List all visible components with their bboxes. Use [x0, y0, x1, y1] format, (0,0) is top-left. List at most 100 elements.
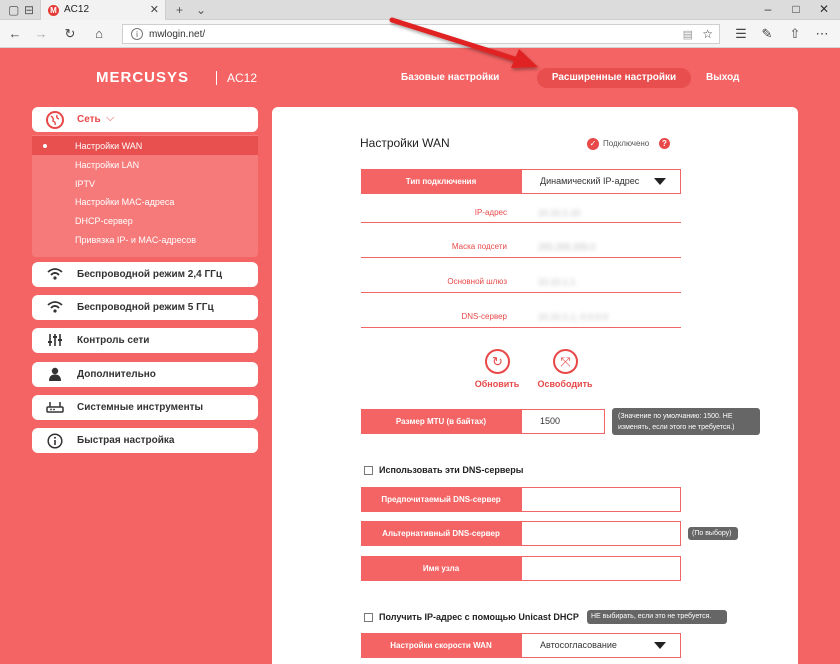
pen-icon[interactable]: ✎: [758, 26, 776, 42]
back-icon[interactable]: ←: [6, 26, 24, 42]
submenu-label: DHCP-сервер: [75, 216, 133, 226]
wan-settings-panel: Настройки WAN ✓ Подключено ? Тип подключ…: [272, 107, 798, 664]
release-arrows-icon: ⤧: [553, 349, 578, 374]
mercusys-favicon-icon: M: [48, 5, 59, 16]
sidebar-item-network[interactable]: Сеть ⌵: [32, 107, 258, 132]
mtu-input[interactable]: 1500: [521, 409, 605, 434]
site-info-icon[interactable]: i: [131, 28, 143, 40]
tab-back-icon[interactable]: ⊟: [24, 3, 34, 17]
submenu-label: Настройки MAC-адреса: [75, 197, 175, 207]
user-icon: [46, 367, 64, 383]
field-divider: [361, 222, 681, 223]
tab-close-icon[interactable]: ✕: [150, 3, 159, 16]
submenu-label: Настройки LAN: [75, 160, 140, 170]
nav-exit[interactable]: Выход: [706, 72, 739, 83]
field-divider: [361, 327, 681, 328]
more-menu-icon[interactable]: ⋯: [813, 26, 831, 42]
favorite-star-icon[interactable]: ☆: [702, 27, 713, 41]
navigation-bar: ← → ↻ ⌂ i mwlogin.net/ ▤ ☆ ☰ ✎ ⇧ ⋯: [0, 20, 840, 48]
submenu-label: Привязка IP- и MAC-адресов: [75, 235, 197, 245]
submenu-label: IPTV: [75, 179, 96, 189]
sidebar-item-advanced[interactable]: Дополнительно: [32, 362, 258, 387]
wifi-icon: [46, 267, 64, 283]
unicast-tooltip: НЕ выбирать, если это не требуется.: [587, 610, 727, 624]
alternate-dns-label: Альтернативный DNS-сервер: [361, 521, 521, 546]
host-name-input[interactable]: [521, 556, 681, 581]
ip-address-value: 10.10.1.10: [538, 208, 581, 218]
tab-dropdown-icon[interactable]: ⌄: [196, 3, 206, 17]
close-window-icon[interactable]: ✕: [814, 2, 834, 16]
dns-server-label: DNS-сервер: [461, 312, 507, 321]
favorites-list-icon[interactable]: ☰: [732, 26, 750, 42]
sidebar-item-label: Быстрая настройка: [77, 435, 175, 446]
address-bar[interactable]: i mwlogin.net/ ▤ ☆: [122, 24, 720, 44]
check-icon: ✓: [587, 138, 599, 150]
sidebar-item-quick-setup[interactable]: Быстрая настройка: [32, 428, 258, 453]
release-label: Освободить: [537, 379, 593, 389]
connection-type-label: Тип подключения: [361, 169, 521, 194]
mtu-tooltip: (Значение по умолчанию: 1500. НЕ изменят…: [612, 408, 760, 435]
share-icon[interactable]: ⇧: [786, 26, 804, 42]
browser-tab[interactable]: M AC12 ✕: [40, 0, 166, 20]
url-text[interactable]: mwlogin.net/: [149, 29, 205, 40]
home-icon[interactable]: ⌂: [90, 26, 108, 42]
unicast-dhcp-label: Получить IP-адрес с помощью Unicast DHCP: [379, 612, 579, 622]
sidebar-item-label: Беспроводной режим 2,4 ГГц: [77, 269, 222, 280]
logo-divider: [216, 71, 217, 85]
gateway-value: 10.10.1.1: [538, 277, 576, 287]
chevron-down-icon[interactable]: ⌵: [106, 112, 114, 125]
tab-bar: ▢ ⊟ M AC12 ✕ + ⌄ – □ ✕: [0, 0, 840, 20]
forward-icon[interactable]: →: [32, 26, 50, 42]
preferred-dns-input[interactable]: [521, 487, 681, 512]
wifi-icon: [46, 300, 64, 316]
host-name-label: Имя узла: [361, 556, 521, 581]
unicast-dhcp-checkbox[interactable]: [364, 613, 373, 622]
sidebar-item-system-tools[interactable]: Системные инструменты: [32, 395, 258, 420]
brand-name: MERCUSYS: [96, 69, 190, 86]
optional-tooltip: (По выбору): [688, 527, 738, 540]
dropdown-caret-icon: [654, 642, 666, 649]
sidebar-item-network-control[interactable]: Контроль сети: [32, 328, 258, 353]
submenu-item-lan[interactable]: Настройки LAN: [32, 155, 258, 174]
submenu-item-binding[interactable]: Привязка IP- и MAC-адресов: [32, 230, 258, 249]
use-dns-label: Использовать эти DNS-серверы: [379, 465, 524, 475]
sliders-icon: [46, 333, 64, 349]
sidebar-item-label: Контроль сети: [77, 335, 150, 346]
field-divider: [361, 257, 681, 258]
nav-advanced-settings[interactable]: Расширенные настройки: [537, 68, 691, 88]
sidebar-item-label: Системные инструменты: [77, 402, 204, 413]
tab-list-icon[interactable]: ▢: [8, 3, 19, 17]
refresh-icon: ↻: [485, 349, 510, 374]
help-icon[interactable]: ?: [659, 138, 670, 149]
submenu-item-dhcp[interactable]: DHCP-сервер: [32, 211, 258, 230]
dns-server-value: 10.10.1.1, 0.0.0.0: [538, 312, 609, 322]
connection-type-value: Динамический IP-адрес: [540, 176, 640, 186]
wan-speed-select[interactable]: Автосогласование: [521, 633, 681, 658]
subnet-mask-label: Маска подсети: [451, 242, 507, 251]
reading-view-icon[interactable]: ▤: [683, 28, 693, 41]
sidebar-item-wireless-5[interactable]: Беспроводной режим 5 ГГц: [32, 295, 258, 320]
status-text: Подключено: [603, 139, 650, 148]
renew-label: Обновить: [474, 379, 520, 389]
sidebar-item-label: Беспроводной режим 5 ГГц: [77, 302, 214, 313]
subnet-mask-value: 255.255.255.0: [538, 242, 596, 252]
dropdown-caret-icon: [654, 178, 666, 185]
submenu-item-iptv[interactable]: IPTV: [32, 174, 258, 193]
new-tab-icon[interactable]: +: [176, 3, 183, 17]
mtu-label: Размер MTU (в байтах): [361, 409, 521, 434]
gateway-label: Основной шлюз: [447, 277, 507, 286]
active-dot-icon: [43, 144, 47, 148]
submenu-item-wan[interactable]: Настройки WAN: [32, 136, 258, 155]
maximize-icon[interactable]: □: [786, 2, 806, 16]
sidebar-item-label: Дополнительно: [77, 369, 156, 380]
nav-basic-settings[interactable]: Базовые настройки: [401, 72, 499, 83]
sidebar-item-wireless-24[interactable]: Беспроводной режим 2,4 ГГц: [32, 262, 258, 287]
wan-speed-value: Автосогласование: [540, 640, 617, 650]
minimize-icon[interactable]: –: [758, 2, 778, 16]
network-submenu: Настройки WAN Настройки LAN IPTV Настрой…: [32, 135, 258, 257]
submenu-item-mac[interactable]: Настройки MAC-адреса: [32, 192, 258, 211]
alternate-dns-input[interactable]: [521, 521, 681, 546]
refresh-icon[interactable]: ↻: [61, 26, 79, 42]
use-dns-checkbox[interactable]: [364, 466, 373, 475]
connection-type-select[interactable]: Динамический IP-адрес: [521, 169, 681, 194]
